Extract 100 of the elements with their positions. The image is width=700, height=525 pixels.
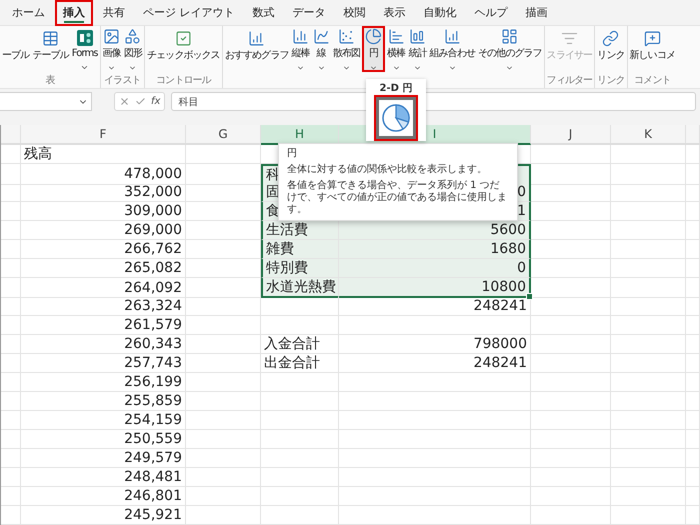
group-label: リンク: [597, 74, 625, 88]
table-cell: [686, 487, 700, 506]
group-label: コントロール: [156, 74, 211, 88]
column-header[interactable]: H: [261, 125, 339, 145]
table-cell: 260,343: [21, 335, 186, 354]
column-header[interactable]: F: [21, 125, 186, 143]
table-cell: [1, 202, 21, 221]
ribbon-tab[interactable]: 校閲: [336, 0, 374, 26]
column-chart-icon: [248, 30, 266, 46]
layout-icon: [501, 28, 518, 46]
table-cell: [686, 392, 700, 411]
insert-function-button[interactable]: fx: [151, 96, 160, 107]
table-cell: [1, 259, 21, 278]
table-cell: 245,921: [21, 506, 186, 525]
ribbon-button[interactable]: 画像: [102, 26, 122, 72]
table-cell: [686, 430, 700, 449]
table-cell: 256,199: [21, 373, 186, 392]
table-cell: [686, 468, 700, 487]
table-cell: 10800: [339, 278, 531, 298]
table-cell: 雑費: [261, 240, 339, 259]
table-cell: 5600: [339, 221, 531, 240]
ribbon-tab[interactable]: 表示: [376, 0, 414, 26]
table-cell: 248241: [339, 354, 531, 373]
table-cell: [1, 411, 21, 430]
table-cell: [1, 506, 21, 525]
ribbon-button[interactable]: 横棒: [386, 26, 406, 72]
ribbon-button[interactable]: その他のグラフ: [476, 26, 543, 72]
menu-heading: 2-D 円: [380, 82, 412, 95]
checkbox-icon: [174, 30, 192, 46]
ribbon-button[interactable]: 線: [312, 26, 331, 72]
table-cell: [1, 373, 21, 392]
ribbon-button[interactable]: おすすめグラフ: [224, 26, 290, 72]
column-header[interactable]: J: [531, 125, 611, 143]
table-cell: 249,579: [21, 449, 186, 468]
ribbon-button[interactable]: ーブル: [1, 26, 30, 72]
ribbon-button[interactable]: 新しいコメ: [628, 26, 676, 72]
table-cell: [686, 297, 700, 316]
table-cell: 1680: [339, 240, 531, 259]
ribbon-tab[interactable]: 自動化: [416, 0, 464, 26]
pie-chart-icon: [365, 28, 382, 46]
table-cell: 248,481: [21, 468, 186, 487]
ribbon-button[interactable]: 縦棒: [290, 26, 311, 72]
ribbon-button[interactable]: Forms: [70, 26, 99, 72]
table-cell: [686, 411, 700, 430]
check-icon[interactable]: [135, 96, 146, 107]
bar-chart-icon: [388, 28, 405, 46]
line-chart-icon: [312, 28, 330, 46]
cancel-icon[interactable]: [119, 96, 130, 107]
fill-handle[interactable]: [526, 293, 533, 300]
table-cell: [1, 183, 21, 202]
ribbon-button[interactable]: 組み合わせ: [428, 26, 476, 72]
ribbon-button[interactable]: 統計: [407, 26, 428, 72]
table-cell: [686, 240, 700, 259]
table-cell: 248241: [339, 297, 531, 316]
ribbon-tab[interactable]: ヘルプ: [466, 0, 516, 26]
ribbon-tab[interactable]: ページ レイアウト: [135, 0, 242, 26]
shapes-icon: [124, 28, 142, 46]
link-icon: [602, 30, 620, 46]
table-cell: [1, 316, 21, 335]
ribbon-tab[interactable]: 挿入: [55, 0, 93, 26]
ribbon-button[interactable]: 円: [362, 26, 386, 72]
ribbon-tab[interactable]: 描画: [518, 0, 556, 26]
ribbon-button[interactable]: チェックボックス: [146, 26, 221, 72]
ribbon-tab[interactable]: 数式: [244, 0, 282, 26]
table-cell: 798000: [339, 335, 531, 354]
table-cell: [686, 449, 700, 468]
chart-option[interactable]: [376, 97, 416, 139]
ribbon-tab[interactable]: ホーム: [4, 0, 53, 26]
table-cell: 255,859: [21, 392, 186, 411]
table-cell: 水道光熱費: [261, 278, 339, 298]
table-cell: 残高: [21, 145, 186, 164]
table-cell: [686, 316, 700, 335]
ribbon-tab[interactable]: 共有: [95, 0, 133, 26]
table-cell: [1, 164, 21, 185]
column-chart-icon: [408, 28, 426, 46]
table-cell: 257,743: [21, 354, 186, 373]
ribbon-button[interactable]: リンク: [596, 26, 626, 72]
ribbon-button[interactable]: テーブル: [31, 26, 70, 72]
table-cell: [1, 354, 21, 373]
table-cell: 0: [339, 259, 531, 278]
ribbon-tab[interactable]: データ: [284, 0, 334, 26]
table-cell: 特別費: [261, 259, 339, 278]
table-cell: [1, 297, 21, 316]
table-cell: 生活費: [261, 221, 339, 240]
group-label: コメント: [634, 74, 670, 88]
ribbon-button[interactable]: 散布図: [332, 26, 362, 72]
column-header[interactable]: K: [611, 125, 686, 143]
table-cell: [1, 221, 21, 240]
table-cell: [1, 487, 21, 506]
table-cell: 261,579: [21, 316, 186, 335]
table-cell: 出金合計: [261, 354, 339, 373]
table-cell: 263,324: [21, 297, 186, 316]
table-cell: 269,000: [21, 221, 186, 240]
pie-chart-icon: [381, 103, 411, 133]
table-cell: [1, 335, 21, 354]
table-cell: [686, 183, 700, 202]
name-box[interactable]: [0, 92, 92, 111]
image-icon: [103, 28, 120, 46]
ribbon-button[interactable]: 図形: [122, 26, 144, 72]
table-cell: [1, 449, 21, 468]
